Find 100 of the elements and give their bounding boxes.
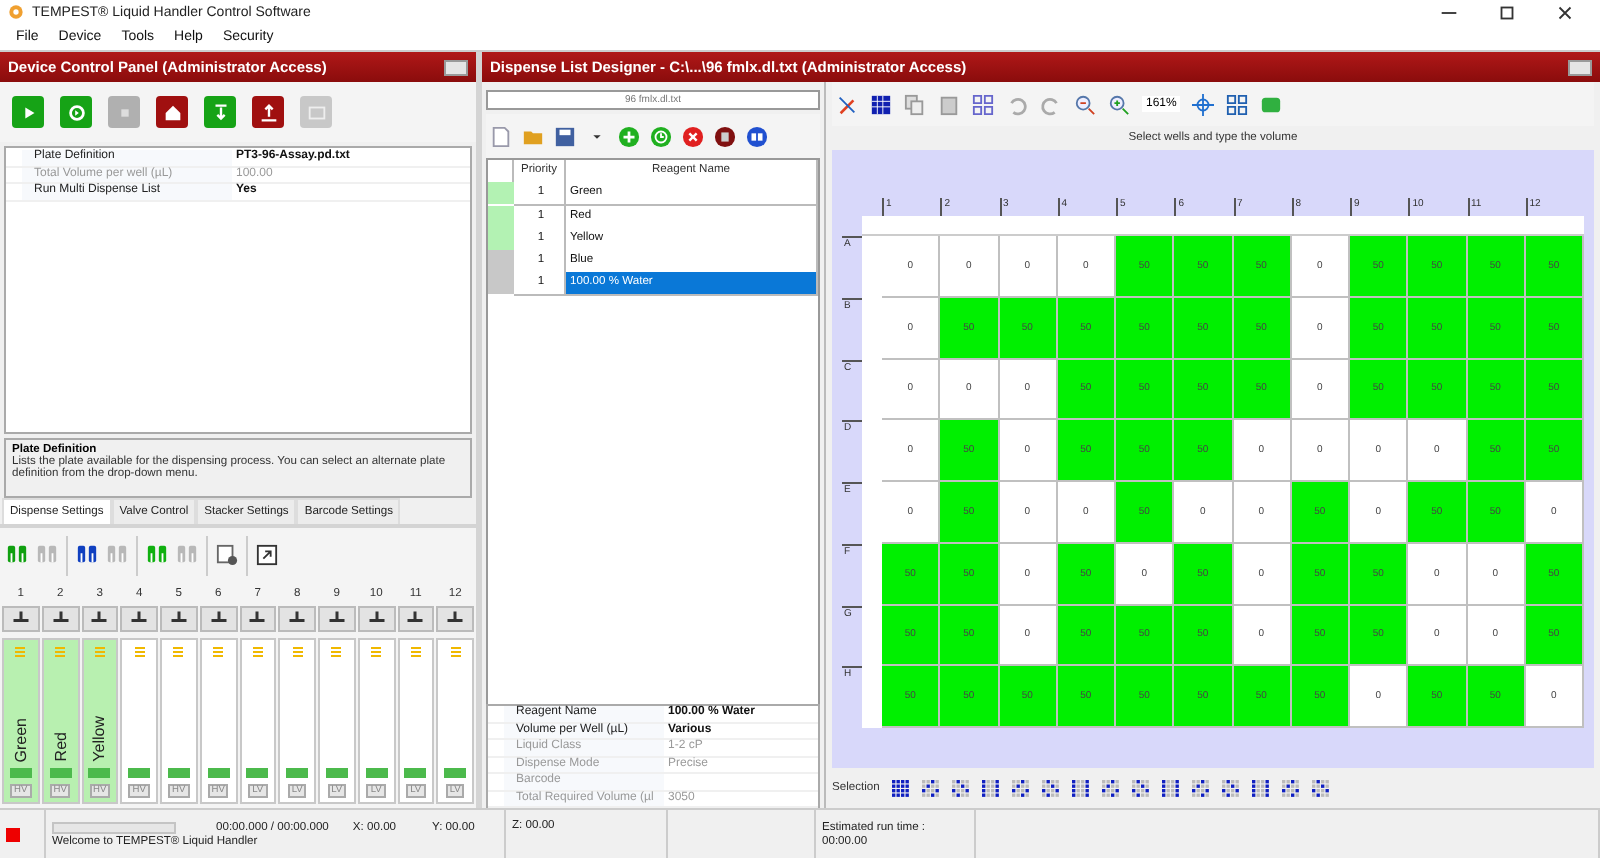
eject-icon [257, 101, 279, 123]
zoom-in-icon[interactable] [1108, 93, 1130, 115]
valve-button[interactable] [2, 605, 40, 631]
level-icon [449, 645, 462, 657]
level-icon [54, 645, 67, 657]
level-icon [212, 645, 225, 657]
reagent-label: Green [11, 717, 30, 762]
play-button[interactable] [12, 96, 44, 128]
selection-pattern-icon[interactable] [891, 779, 910, 797]
run-step-icon [65, 101, 87, 123]
level-icon [409, 645, 422, 657]
valve-icon [406, 609, 425, 627]
valve-icon [367, 609, 386, 627]
valve-icon [90, 609, 109, 627]
level-icon [251, 645, 264, 657]
valve-icon [327, 609, 346, 627]
selection-pattern-icon[interactable] [1071, 779, 1090, 797]
copy-icon[interactable] [904, 93, 926, 115]
selection-pattern-icon[interactable] [1191, 779, 1210, 797]
fit-icon[interactable] [1192, 93, 1215, 115]
maximize-icon[interactable] [1496, 1, 1518, 23]
valve-icon [130, 609, 149, 627]
zoom-out-icon[interactable] [1074, 93, 1096, 115]
status-bar-icon [88, 768, 111, 778]
trash-icon[interactable] [714, 125, 736, 147]
selection-pattern-icon[interactable] [1041, 779, 1060, 797]
level-icon [172, 645, 185, 657]
status-bar-icon [444, 768, 467, 778]
run-step-button[interactable] [60, 96, 92, 128]
pencil-icon[interactable] [836, 93, 858, 115]
stop-icon[interactable] [6, 827, 20, 841]
status-bar-icon [167, 768, 190, 778]
disabled-tool-icon [305, 101, 327, 123]
new-file-icon[interactable] [490, 125, 512, 147]
selection-pattern-icon[interactable] [921, 779, 940, 797]
export-icon[interactable] [256, 544, 278, 566]
reagent-label: Red [51, 732, 70, 762]
selection-pattern-icon[interactable] [1161, 779, 1180, 797]
valve-button[interactable] [278, 605, 316, 631]
valve-icon [209, 609, 228, 627]
minimize-button[interactable] [1568, 59, 1592, 75]
selection-pattern-icon[interactable] [1131, 779, 1150, 797]
valve-button[interactable] [160, 605, 198, 631]
valve-icon [11, 609, 30, 627]
delete-icon[interactable] [682, 125, 704, 147]
selection-pattern-icon[interactable] [1101, 779, 1120, 797]
settings-icon[interactable] [216, 544, 238, 566]
selection-pattern-icon[interactable] [1311, 779, 1330, 797]
valve-icon [51, 609, 70, 627]
valve-icon [446, 609, 465, 627]
valve-button[interactable] [81, 605, 119, 631]
valve-icon [169, 609, 188, 627]
status-bar-icon [325, 768, 348, 778]
clock-icon[interactable] [650, 125, 672, 147]
status-bar-icon [365, 768, 388, 778]
add-icon[interactable] [618, 125, 640, 147]
selection-pattern-icon[interactable] [1221, 779, 1240, 797]
valve-button[interactable] [436, 605, 474, 631]
level-icon [291, 645, 304, 657]
status-bar-icon [207, 768, 230, 778]
status-bar-icon [286, 768, 309, 778]
columns-icon[interactable] [746, 125, 768, 147]
valve-button[interactable] [199, 605, 237, 631]
valve-pair-icon[interactable] [76, 544, 98, 566]
selection-pattern-icon[interactable] [1251, 779, 1270, 797]
status-bar-icon [246, 768, 269, 778]
reagent-label: Yellow [90, 716, 109, 762]
home-icon [161, 101, 183, 123]
status-bar-icon [128, 768, 151, 778]
valve-button[interactable] [397, 605, 435, 631]
layout-icon[interactable] [1226, 93, 1249, 115]
home-button[interactable] [156, 96, 188, 128]
level-icon [133, 645, 146, 657]
selection-pattern-icon[interactable] [1281, 779, 1300, 797]
plate-icon[interactable] [1260, 93, 1283, 115]
eject-button[interactable] [252, 96, 284, 128]
level-icon [14, 645, 27, 657]
grid-icon[interactable] [870, 93, 892, 115]
valve-button[interactable] [41, 605, 79, 631]
selection-pattern-icon[interactable] [1011, 779, 1030, 797]
level-icon [370, 645, 383, 657]
valve-button[interactable] [239, 605, 277, 631]
minimize-button[interactable] [444, 59, 468, 75]
lower-button[interactable] [204, 96, 236, 128]
selection-pattern-icon[interactable] [951, 779, 970, 797]
valve-button[interactable] [318, 605, 356, 631]
selection-pattern-icon[interactable] [981, 779, 1000, 797]
status-bar-icon [49, 768, 72, 778]
valve-icon [288, 609, 307, 627]
valve-button[interactable] [120, 605, 158, 631]
close-icon[interactable] [1554, 1, 1576, 23]
level-icon [330, 645, 343, 657]
valve-button[interactable] [357, 605, 395, 631]
paste-icon[interactable] [938, 93, 960, 115]
save-icon[interactable] [554, 125, 576, 147]
level-icon [93, 645, 106, 657]
status-bar-icon [404, 768, 427, 778]
status-bar-icon [9, 768, 32, 778]
select-wells-icon[interactable] [972, 93, 994, 115]
valve-pair-icon[interactable] [6, 544, 28, 566]
